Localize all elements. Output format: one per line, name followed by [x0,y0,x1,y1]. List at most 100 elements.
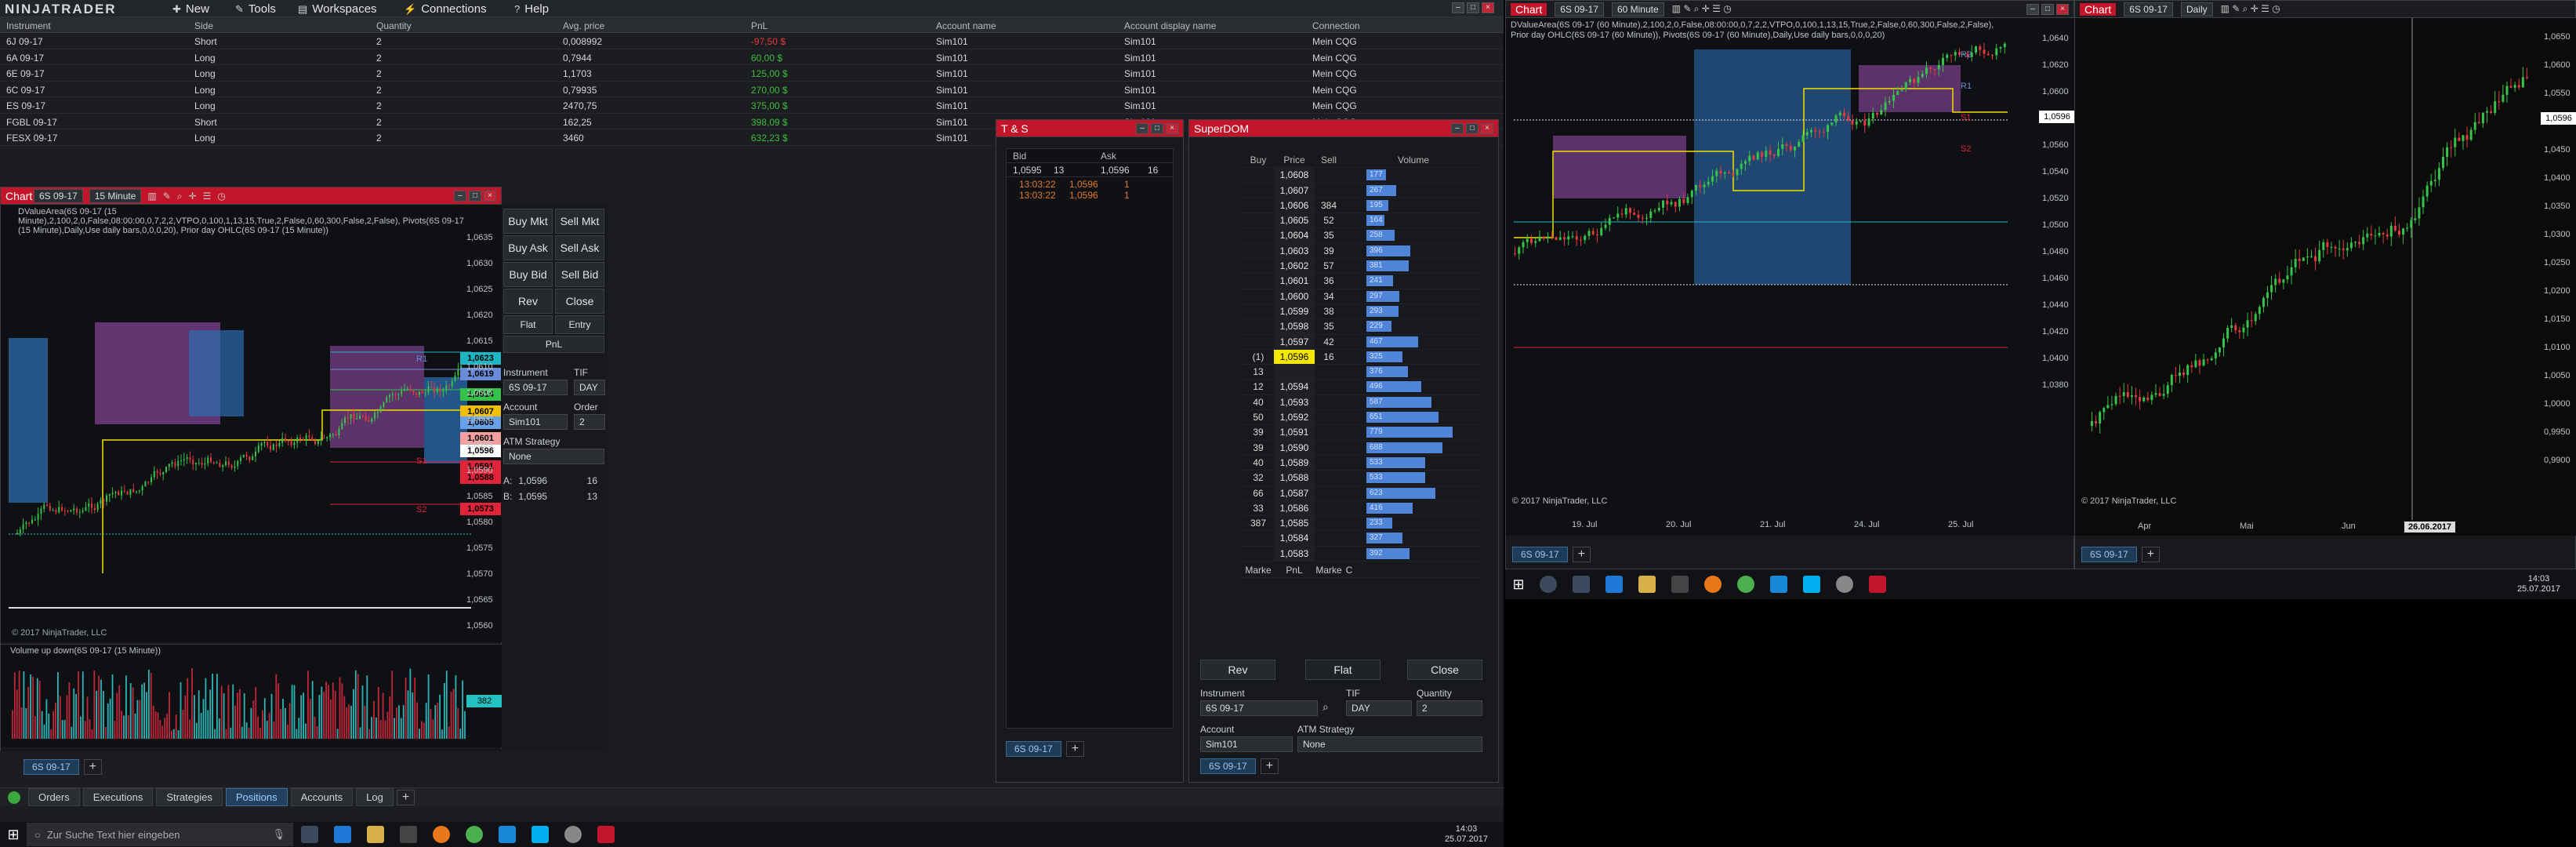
dom-sell-cell[interactable] [1315,441,1343,455]
minimize-icon[interactable]: – [2026,3,2039,15]
maximize-icon[interactable]: □ [1466,122,1478,134]
col-avg-price[interactable]: Avg. price [557,17,745,32]
chart2-interval-selector[interactable]: 60 Minute [1611,2,1664,16]
minimize-icon[interactable]: – [454,190,466,202]
dom-sell-cell[interactable] [1315,501,1343,515]
table-row[interactable]: 6C 09-17 Long 2 0,79935 270,00 $ Sim101 Sim101… [0,82,1504,97]
interval-selector[interactable]: 15 Minute [89,189,142,203]
dom-buy-cell[interactable]: 39 [1243,441,1274,455]
explorer-icon[interactable] [1638,576,1656,593]
add-tab-icon[interactable]: + [1260,758,1279,774]
dom-row[interactable]: 1,0599 38 293 [1243,304,1482,320]
buy-market-button[interactable]: Buy Mkt [503,209,553,234]
dom-sell-cell[interactable] [1315,410,1343,424]
minimize-icon[interactable]: – [1452,2,1464,13]
chart-tab[interactable]: 6S 09-17 [24,759,79,775]
dom-qty-input[interactable]: 2 [1417,700,1482,716]
col-side[interactable]: Side [188,17,370,32]
chart3-price-panel[interactable]: 1,06501,06001,05501,05001,04501,04001,03… [2075,18,2576,536]
dom-row[interactable]: 1,0608 177 [1243,168,1482,184]
tab-executions[interactable]: Executions [82,788,154,806]
menu-new[interactable]: ✚ New [172,2,209,16]
dom-row[interactable]: 1,0600 34 297 [1243,289,1482,304]
dom-sell-cell[interactable]: 39 [1315,244,1343,258]
task-view-icon[interactable] [1573,576,1590,593]
chart2-toolbar-icons[interactable]: ▥ ✎ ⌕ ✛ ☰ ◷ [1672,3,1732,15]
edge-icon[interactable] [334,826,351,843]
properties-icon[interactable]: ☰ [203,191,212,202]
dom-buy-cell[interactable] [1243,228,1274,242]
close-icon[interactable]: × [484,190,496,202]
tab-orders[interactable]: Orders [28,788,80,806]
dom-buy-cell[interactable] [1243,259,1274,273]
dom-sell-cell[interactable] [1315,168,1343,182]
dom-row[interactable]: 33 1,0586 416 [1243,500,1482,517]
dom-row[interactable]: 12 1,0594 496 [1243,380,1482,395]
dom-sell-market[interactable]: Marke [1315,563,1343,577]
search-icon[interactable]: ⌕ [1322,700,1329,714]
dom-buy-cell[interactable] [1243,274,1274,288]
chart3-interval-selector[interactable]: Daily [2180,2,2213,16]
dom-sell-cell[interactable] [1315,486,1343,500]
dom-sell-cell[interactable]: 34 [1315,289,1343,304]
dom-buy-cell[interactable] [1243,319,1274,333]
dom-buy-cell[interactable] [1243,168,1274,182]
zoom-icon[interactable]: ⌕ [177,191,183,202]
dom-buy-cell[interactable] [1243,198,1274,213]
dom-buy-cell[interactable] [1243,213,1274,227]
dom-sell-cell[interactable] [1315,425,1343,439]
table-row[interactable]: ES 09-17 Long 2 2470,75 375,00 $ Sim101 Sim101… [0,97,1504,114]
taskbar-search[interactable]: ○ Zur Suche Text hier eingeben 🎙 [27,823,293,846]
table-row[interactable]: 6J 09-17 Short 2 0,008992 -97,50 $ Sim101 Sim1… [0,33,1504,49]
dom-row[interactable]: 1,0598 35 229 [1243,319,1482,335]
dom-row[interactable]: 13 376 [1243,365,1482,380]
col-account-display-name[interactable]: Account display name [1118,17,1306,32]
dom-sell-cell[interactable]: 38 [1315,304,1343,318]
add-tab-icon[interactable]: + [2141,547,2161,562]
dom-account-select[interactable]: Sim101 [1200,736,1293,752]
cortana-icon[interactable] [1540,576,1557,593]
dom-row[interactable]: 32 1,0588 533 [1243,471,1482,486]
pencil-icon[interactable]: ✎ [163,191,171,202]
maximize-icon[interactable]: □ [1151,122,1163,134]
dom-row[interactable]: (1) 1,0596 16 325 [1243,349,1482,365]
maximize-icon[interactable]: □ [469,190,481,202]
clock[interactable]: 14:03 25.07.2017 [1445,824,1488,845]
add-tab-icon[interactable]: + [1065,741,1085,757]
dom-row[interactable]: 1,0584 327 [1243,531,1482,547]
account-select[interactable]: Sim101 [503,414,568,430]
minimize-icon[interactable]: – [1136,122,1148,134]
store-icon[interactable] [400,826,417,843]
col-account-name[interactable]: Account name [930,17,1118,32]
dom-sell-cell[interactable] [1315,380,1343,394]
dom-row[interactable]: 39 1,0590 688 [1243,440,1482,456]
col-instrument[interactable]: Instrument [0,17,188,32]
dom-row[interactable]: 50 1,0592 651 [1243,410,1482,426]
dom-buy-cell[interactable]: 40 [1243,456,1274,470]
dom-buy-cell[interactable]: 50 [1243,410,1274,424]
volume-panel[interactable]: Volume up down(6S 09-17 (15 Minute)) 382 [1,644,503,747]
dom-buy-cell[interactable]: 40 [1243,395,1274,409]
dom-buy-cell[interactable] [1243,289,1274,304]
dom-buy-cell[interactable]: 32 [1243,471,1274,485]
chart3-toolbar-icons[interactable]: ▥ ✎ ⌕ ✛ ☰ ◷ [2221,3,2280,15]
col-pnl[interactable]: PnL [745,17,930,32]
dom-row[interactable]: 39 1,0591 779 [1243,425,1482,441]
sell-market-button[interactable]: Sell Mkt [555,209,604,234]
dom-tab[interactable]: 6S 09-17 [1200,758,1256,774]
crosshair-icon[interactable]: ✛ [189,191,197,202]
dom-sell-cell[interactable]: 35 [1315,319,1343,333]
dom-c[interactable]: C [1343,563,1355,577]
dom-buy-market[interactable]: Marke [1243,563,1274,577]
tab-log[interactable]: Log [356,788,394,806]
dom-atm-select[interactable]: None [1297,736,1482,752]
dom-buy-cell[interactable]: 12 [1243,380,1274,394]
windows-start-icon[interactable]: ⊞ [0,827,27,843]
windows-start-icon[interactable]: ⊞ [1505,576,1532,593]
table-row[interactable]: 6A 09-17 Long 2 0,7944 60,00 $ Sim101 Sim101 Me… [0,49,1504,65]
dom-row[interactable]: 40 1,0593 587 [1243,394,1482,411]
close-icon[interactable]: × [1482,2,1494,13]
dom-buy-cell[interactable]: 387 [1243,516,1274,530]
chrome-icon[interactable] [1737,576,1754,593]
ninjatrader-icon[interactable] [1869,576,1886,593]
